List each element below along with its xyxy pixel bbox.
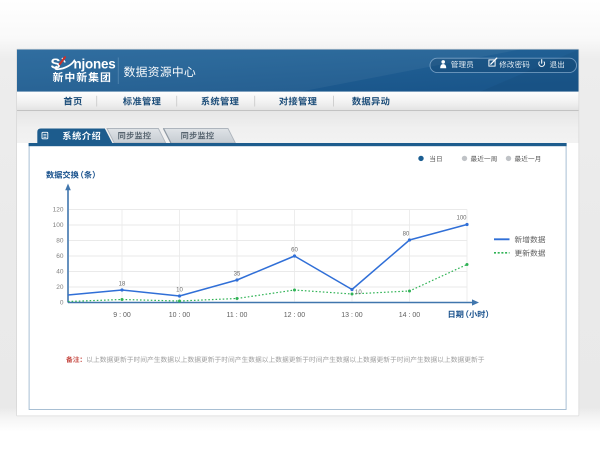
- svg-text:100: 100: [456, 216, 467, 222]
- svg-text:9 : 00: 9 : 00: [113, 312, 131, 319]
- svg-text:14 : 00: 14 : 00: [399, 312, 421, 319]
- svg-text:0: 0: [60, 300, 64, 307]
- svg-text:80: 80: [403, 232, 410, 238]
- svg-text:10: 10: [355, 290, 362, 296]
- svg-text:10 : 00: 10 : 00: [169, 312, 191, 319]
- svg-text:120: 120: [53, 207, 64, 214]
- svg-text:40: 40: [56, 269, 64, 276]
- svg-text:35: 35: [234, 272, 241, 278]
- svg-text:13 : 00: 13 : 00: [341, 312, 363, 319]
- svg-text:10: 10: [176, 288, 183, 294]
- svg-text:12 : 00: 12 : 00: [284, 312, 306, 319]
- svg-text:60: 60: [56, 253, 64, 260]
- svg-text:njones: njones: [74, 57, 116, 72]
- svg-text:100: 100: [53, 222, 64, 229]
- svg-text:20: 20: [56, 284, 64, 291]
- svg-text:11 : 00: 11 : 00: [227, 312, 248, 319]
- svg-text:18: 18: [119, 282, 126, 288]
- svg-text:80: 80: [56, 238, 64, 245]
- svg-text:60: 60: [291, 248, 298, 254]
